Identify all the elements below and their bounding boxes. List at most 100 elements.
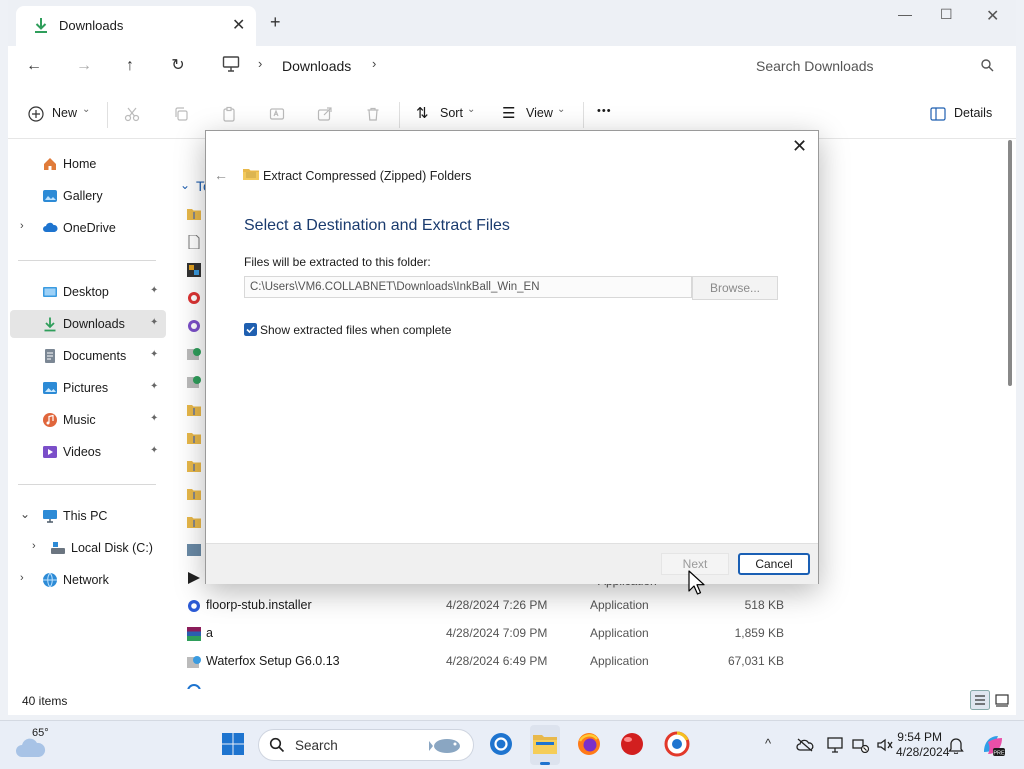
app-icon (187, 684, 201, 689)
file-explorer-taskbar-button[interactable] (530, 725, 560, 765)
table-row[interactable]: floorp-stub.installer 4/28/2024 7:26 PM … (176, 592, 996, 620)
sidebar-item-home[interactable]: Home (10, 150, 166, 178)
sidebar-item-gallery[interactable]: Gallery (10, 182, 166, 210)
file-type: Application (590, 654, 649, 668)
volume-muted-icon[interactable] (876, 737, 894, 753)
sidebar-item-desktop[interactable]: Desktop ✦ (10, 278, 166, 306)
maximize-button[interactable]: ☐ (940, 6, 953, 23)
chevron-down-icon[interactable]: ⌄ (180, 178, 190, 192)
pin-icon[interactable]: ✦ (150, 317, 158, 328)
setup-icon (187, 656, 201, 668)
details-view-icon[interactable] (970, 690, 990, 710)
new-tab-button[interactable]: + (270, 12, 281, 33)
back-button[interactable]: ← (22, 54, 46, 78)
breadcrumb-chevron-icon[interactable]: › (258, 56, 262, 71)
breadcrumb-downloads[interactable]: Downloads (282, 58, 351, 74)
show-files-checkbox-label[interactable]: Show extracted files when complete (260, 323, 451, 337)
show-hidden-icons-button[interactable]: ^ (765, 736, 771, 751)
search-input[interactable]: Search Downloads (756, 58, 874, 74)
chevron-right-icon[interactable]: › (20, 220, 24, 232)
sidebar-item-local-disk[interactable]: › Local Disk (C:) (10, 534, 166, 562)
gallery-icon (43, 190, 57, 202)
show-files-checkbox[interactable] (244, 323, 257, 336)
more-options-button[interactable]: ••• (597, 105, 612, 117)
tiles-view-icon[interactable] (994, 692, 1010, 708)
notification-bell-icon[interactable] (948, 736, 964, 754)
clock-time: 9:54 PM (897, 730, 942, 744)
refresh-button[interactable]: ↻ (166, 54, 190, 78)
status-item-count: 40 items (22, 694, 68, 708)
onedrive-offline-icon[interactable] (796, 737, 814, 753)
cut-icon[interactable] (124, 106, 140, 122)
home-icon (44, 158, 56, 170)
table-row[interactable]: Waterfox Setup G6.0.13 4/28/2024 6:49 PM… (176, 648, 996, 676)
tab-bar: Downloads ✕ + — ☐ ✕ (8, 0, 1016, 46)
pin-icon[interactable]: ✦ (150, 413, 158, 424)
share-icon[interactable] (317, 106, 333, 122)
taskbar-search-label: Search (295, 738, 338, 753)
sidebar-item-documents[interactable]: Documents ✦ (10, 342, 166, 370)
sidebar-item-pictures[interactable]: Pictures ✦ (10, 374, 166, 402)
delete-icon[interactable] (365, 106, 381, 122)
sort-button[interactable]: Sort (440, 106, 463, 120)
file-type: Application (590, 626, 649, 640)
browser-pinned-icon[interactable] (664, 731, 690, 757)
sidebar-item-onedrive[interactable]: › OneDrive (10, 214, 166, 242)
table-row[interactable]: a 4/28/2024 7:09 PM Application 1,859 KB (176, 620, 996, 648)
pin-icon[interactable]: ✦ (150, 285, 158, 296)
chevron-right-icon[interactable]: › (32, 540, 36, 552)
sidebar-item-network[interactable]: › Network (10, 566, 166, 594)
videos-icon (43, 446, 57, 458)
firefox-icon[interactable] (576, 731, 602, 757)
copilot-icon[interactable]: PRE (980, 732, 1006, 758)
paste-icon[interactable] (221, 106, 237, 122)
network-status-icon[interactable] (852, 737, 870, 753)
cancel-button[interactable]: Cancel (738, 553, 810, 575)
browse-button[interactable]: Browse... (692, 276, 778, 300)
red-ball-app-icon[interactable] (619, 731, 645, 757)
rename-icon[interactable] (269, 106, 285, 122)
sidebar-item-videos[interactable]: Videos ✦ (10, 438, 166, 466)
pin-icon[interactable]: ✦ (150, 381, 158, 392)
search-box[interactable]: Search Downloads (742, 50, 1000, 80)
vertical-scrollbar[interactable] (1008, 140, 1012, 386)
new-button[interactable]: New (52, 106, 77, 120)
forward-button[interactable]: → (72, 54, 96, 78)
extract-dialog: ✕ ← Extract Compressed (Zipped) Folders … (205, 130, 819, 584)
sidebar-item-music[interactable]: Music ✦ (10, 406, 166, 434)
display-icon[interactable] (827, 737, 845, 753)
sidebar-item-downloads[interactable]: Downloads ✦ (10, 310, 166, 338)
taskbar-search-box[interactable]: Search (258, 729, 474, 761)
dialog-back-button[interactable]: ← (214, 167, 228, 183)
copy-icon[interactable] (173, 106, 189, 122)
file-date: 4/28/2024 6:49 PM (446, 654, 548, 668)
pin-icon[interactable]: ✦ (150, 349, 158, 360)
address-bar[interactable]: › Downloads › (212, 50, 736, 80)
breadcrumb-chevron-icon[interactable]: › (372, 56, 376, 71)
app-icon (187, 544, 201, 556)
close-window-button[interactable]: ✕ (986, 6, 999, 26)
system-clock[interactable]: 9:54 PM 4/28/2024 (896, 730, 949, 760)
view-button[interactable]: View (526, 106, 553, 120)
start-windows-icon[interactable] (220, 731, 246, 757)
weather-temperature[interactable]: 65° (32, 727, 49, 739)
minimize-button[interactable]: — (898, 6, 912, 22)
close-tab-icon[interactable]: ✕ (232, 15, 245, 35)
chevron-down-icon[interactable]: ⌄ (20, 507, 30, 521)
sidebar-item-this-pc[interactable]: ⌄ This PC (10, 502, 166, 530)
pin-icon[interactable]: ✦ (150, 445, 158, 456)
file-icon (188, 235, 200, 249)
chevron-right-icon[interactable]: › (20, 572, 24, 584)
monitor-icon (222, 56, 240, 72)
file-size: 67,031 KB (727, 654, 784, 668)
browser-app-icon[interactable] (488, 731, 514, 757)
close-dialog-button[interactable]: ✕ (792, 136, 807, 157)
details-button[interactable]: Details (954, 106, 992, 120)
cloud-icon (43, 222, 58, 232)
search-highlight-fish-icon (429, 739, 460, 753)
up-button[interactable]: ↑ (118, 54, 142, 78)
view-icon: ☰ (502, 105, 516, 122)
destination-path-input[interactable] (244, 276, 692, 298)
tab-downloads[interactable]: Downloads ✕ (16, 6, 256, 46)
winrar-icon (187, 627, 201, 641)
